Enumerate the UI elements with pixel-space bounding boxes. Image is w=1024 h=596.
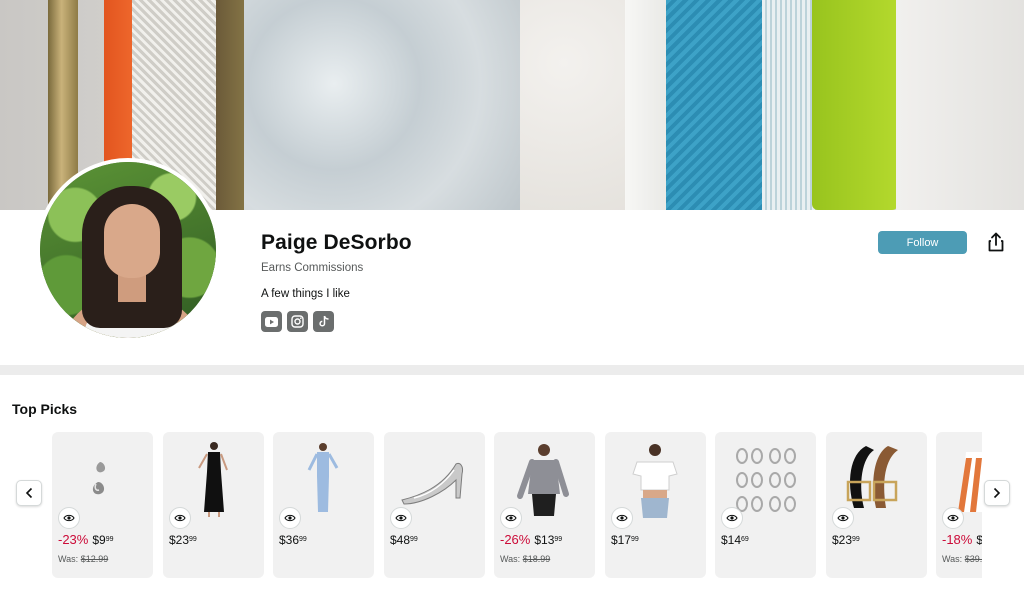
profile-bio: A few things I like: [261, 288, 350, 300]
was-price: Was: $39.: [942, 554, 982, 564]
tiktok-icon[interactable]: [313, 311, 334, 332]
quick-view-icon[interactable]: [721, 507, 743, 529]
product-card[interactable]: -18% $ Was: $39.: [936, 432, 982, 578]
product-price: $2399: [832, 533, 860, 547]
share-icon[interactable]: [984, 230, 1008, 254]
discount-badge: -18%: [942, 532, 973, 547]
carousel-prev-button[interactable]: [16, 480, 42, 506]
product-carousel: -23% $999 Was: $12.99 $2399 $3699 $4899 …: [52, 432, 982, 578]
product-card[interactable]: $1469: [715, 432, 816, 578]
was-price: Was: $12.99: [58, 554, 109, 564]
product-price: $3699: [279, 533, 307, 547]
storefront-page: Paige DeSorbo Earns Commissions A few th…: [0, 0, 1024, 596]
section-divider: [0, 365, 1024, 375]
product-card[interactable]: $2399: [163, 432, 264, 578]
product-price: $999: [92, 533, 114, 547]
product-price: $: [976, 533, 982, 547]
carousel-next-button[interactable]: [984, 480, 1010, 506]
product-card[interactable]: $4899: [384, 432, 485, 578]
quick-view-icon[interactable]: [279, 507, 301, 529]
quick-view-icon[interactable]: [390, 507, 412, 529]
product-price: $1399: [534, 533, 563, 547]
quick-view-icon[interactable]: [169, 507, 191, 529]
product-price: $4899: [390, 533, 418, 547]
quick-view-icon[interactable]: [832, 507, 854, 529]
avatar: [36, 158, 220, 342]
product-card[interactable]: -23% $999 Was: $12.99: [52, 432, 153, 578]
follow-button[interactable]: Follow: [878, 231, 967, 254]
product-price: $1469: [721, 533, 749, 547]
quick-view-icon[interactable]: [942, 507, 964, 529]
was-price: Was: $18.99: [500, 554, 551, 564]
chevron-right-icon: [993, 487, 1001, 499]
quick-view-icon[interactable]: [611, 507, 633, 529]
discount-badge: -26%: [500, 532, 531, 547]
product-card[interactable]: $2399: [826, 432, 927, 578]
section-title: Top Picks: [12, 401, 78, 417]
product-price: $2399: [169, 533, 197, 547]
product-card[interactable]: $3699: [273, 432, 374, 578]
quick-view-icon[interactable]: [500, 507, 522, 529]
profile-name: Paige DeSorbo: [261, 231, 412, 254]
product-price: $1799: [611, 533, 639, 547]
discount-badge: -23%: [58, 532, 89, 547]
product-card[interactable]: $1799: [605, 432, 706, 578]
social-links: [261, 311, 334, 332]
quick-view-icon[interactable]: [58, 507, 80, 529]
instagram-icon[interactable]: [287, 311, 308, 332]
youtube-icon[interactable]: [261, 311, 282, 332]
chevron-left-icon: [25, 487, 33, 499]
product-card[interactable]: -26% $1399 Was: $18.99: [494, 432, 595, 578]
earns-commissions-label: Earns Commissions: [261, 262, 364, 274]
